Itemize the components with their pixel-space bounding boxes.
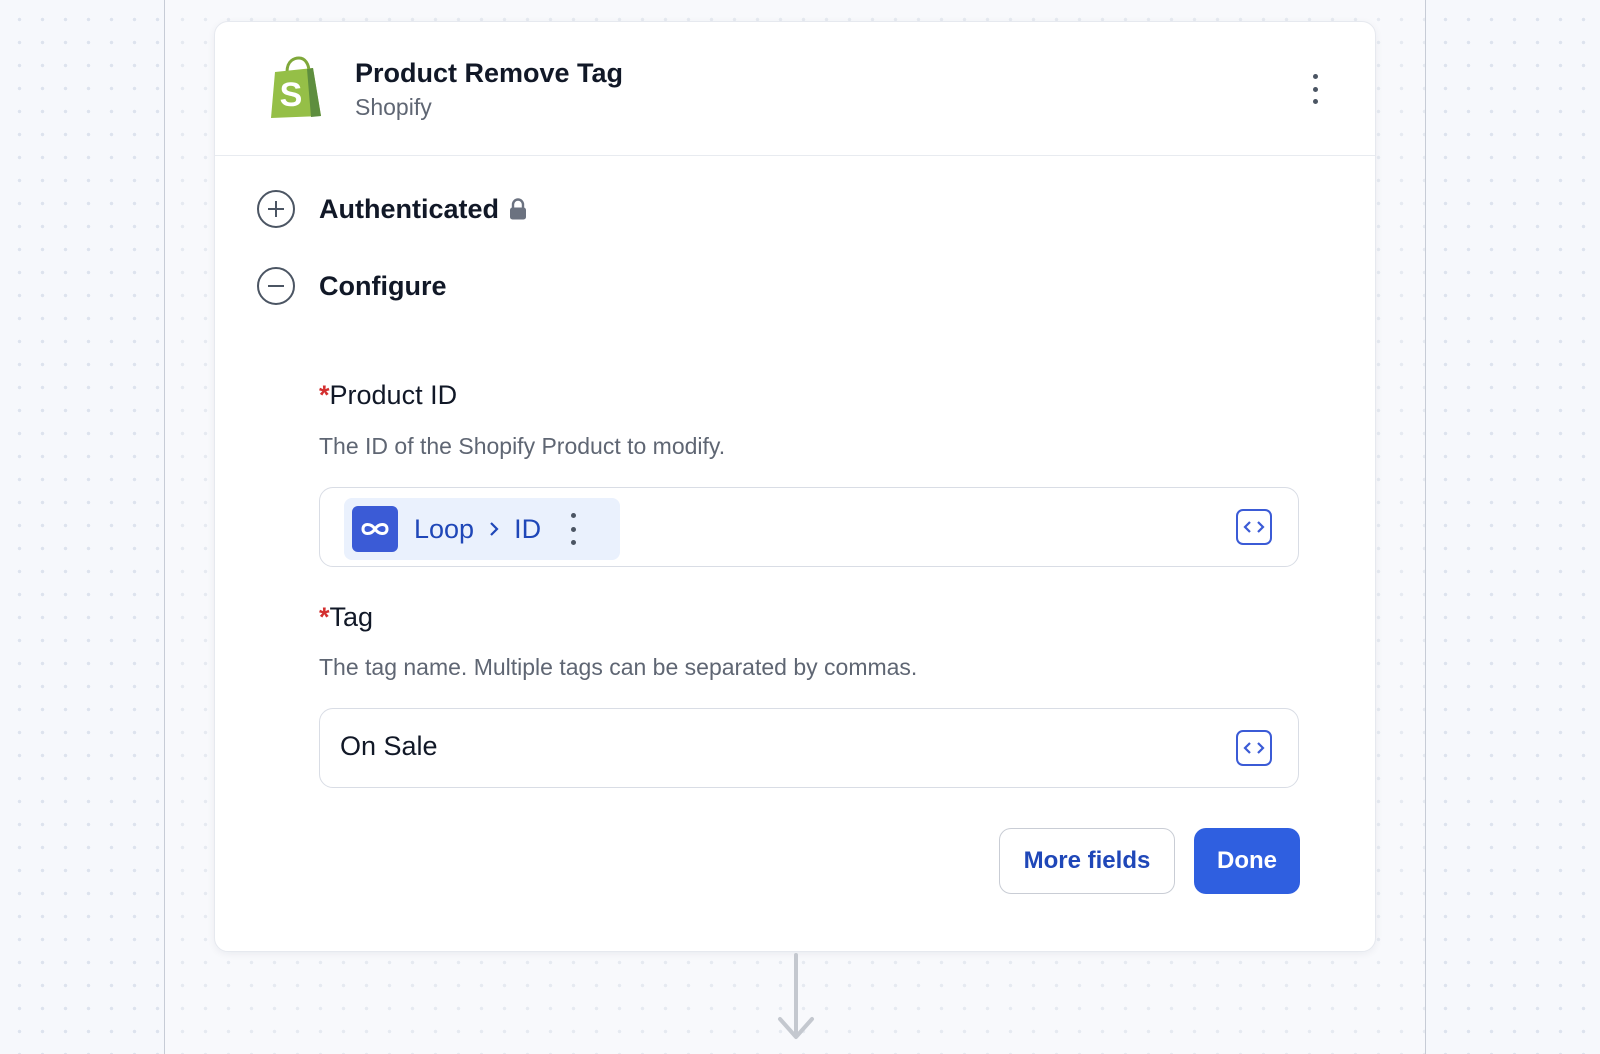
plus-circle-icon: [257, 190, 295, 228]
product-id-label: *Product ID: [319, 380, 458, 410]
more-vertical-icon[interactable]: [1305, 74, 1325, 104]
token-source: Loop: [414, 513, 475, 544]
variable-token-chip[interactable]: Loop ID: [344, 498, 620, 560]
token-key: ID: [514, 513, 542, 544]
step-app-name: Shopify: [355, 94, 432, 120]
tag-label: *Tag: [319, 602, 374, 632]
svg-text:S: S: [280, 76, 303, 114]
chevron-right-icon: [490, 522, 499, 536]
code-brackets-icon[interactable]: [1236, 730, 1272, 766]
step-title: Product Remove Tag: [355, 58, 624, 88]
more-fields-button[interactable]: More fields: [999, 828, 1175, 894]
section-authenticated[interactable]: Authenticated: [257, 190, 527, 228]
minus-circle-icon: [257, 267, 295, 305]
step-card: S Product Remove Tag Shopify Authenticat…: [214, 21, 1376, 952]
shopify-bag-icon: S: [271, 56, 321, 118]
token-more-vertical-icon[interactable]: [569, 513, 577, 545]
required-marker: *: [319, 602, 330, 632]
product-id-field[interactable]: Loop ID: [319, 487, 1299, 567]
step-card-header: S Product Remove Tag Shopify: [215, 22, 1375, 156]
product-id-description: The ID of the Shopify Product to modify.: [319, 433, 726, 459]
lock-icon: [510, 198, 527, 220]
tag-input[interactable]: On Sale: [319, 708, 1299, 788]
required-marker: *: [319, 380, 330, 410]
section-authenticated-label: Authenticated: [319, 193, 500, 224]
done-button[interactable]: Done: [1194, 828, 1300, 894]
infinity-icon: [352, 506, 398, 552]
section-configure-label: Configure: [319, 270, 447, 301]
arrow-down-icon: [778, 953, 814, 1039]
tag-value: On Sale: [340, 731, 438, 761]
code-brackets-icon[interactable]: [1236, 509, 1272, 545]
tag-description: The tag name. Multiple tags can be separ…: [319, 654, 918, 680]
section-configure[interactable]: Configure: [257, 267, 447, 305]
